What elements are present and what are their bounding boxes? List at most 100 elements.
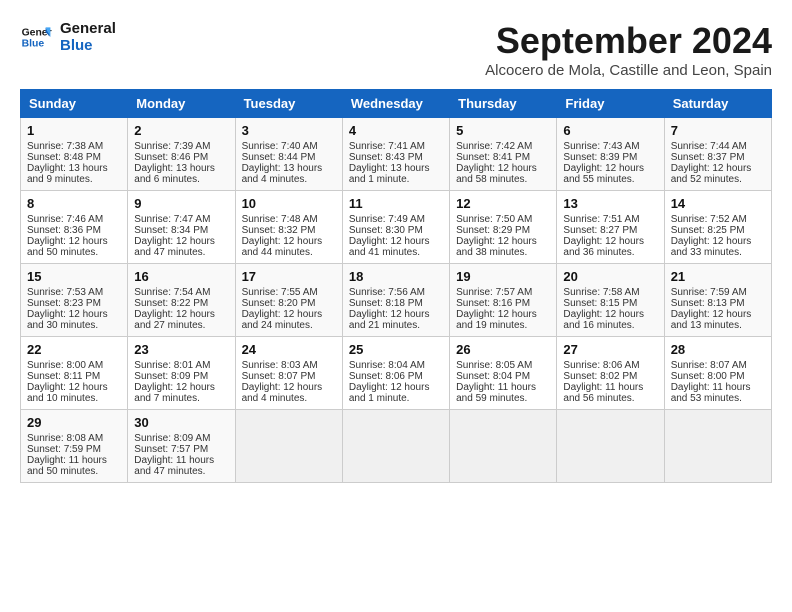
day-info-line: Daylight: 12 hours (242, 236, 336, 247)
calendar-cell: 11Sunrise: 7:49 AMSunset: 8:30 PMDayligh… (342, 191, 449, 264)
day-info-line: and 50 minutes. (27, 247, 121, 258)
day-info-line: and 30 minutes. (27, 320, 121, 331)
day-info-line: Sunset: 8:30 PM (349, 225, 443, 236)
day-info-line: Sunset: 8:46 PM (134, 152, 228, 163)
day-info-line: Sunset: 7:59 PM (27, 444, 121, 455)
calendar-cell: 19Sunrise: 7:57 AMSunset: 8:16 PMDayligh… (450, 264, 557, 337)
calendar-cell: 23Sunrise: 8:01 AMSunset: 8:09 PMDayligh… (128, 337, 235, 410)
day-info-line: and 38 minutes. (456, 247, 550, 258)
day-info-line: Sunset: 8:11 PM (27, 371, 121, 382)
day-number: 14 (671, 196, 765, 211)
day-info-line: Sunset: 8:25 PM (671, 225, 765, 236)
day-number: 25 (349, 342, 443, 357)
calendar-cell: 27Sunrise: 8:06 AMSunset: 8:02 PMDayligh… (557, 337, 664, 410)
day-info-line: and 16 minutes. (563, 320, 657, 331)
day-info-line: and 13 minutes. (671, 320, 765, 331)
day-info-line: Sunrise: 8:07 AM (671, 360, 765, 371)
day-info-line: Sunrise: 8:01 AM (134, 360, 228, 371)
day-info-line: Sunrise: 7:40 AM (242, 141, 336, 152)
day-number: 21 (671, 269, 765, 284)
day-info-line: Sunrise: 7:39 AM (134, 141, 228, 152)
calendar-cell: 28Sunrise: 8:07 AMSunset: 8:00 PMDayligh… (664, 337, 771, 410)
day-info-line: Sunrise: 7:46 AM (27, 214, 121, 225)
day-info-line: Sunrise: 7:59 AM (671, 287, 765, 298)
day-info-line: Sunrise: 7:48 AM (242, 214, 336, 225)
day-info-line: Daylight: 12 hours (27, 382, 121, 393)
calendar-table: SundayMondayTuesdayWednesdayThursdayFrid… (20, 89, 772, 483)
day-number: 6 (563, 123, 657, 138)
calendar-cell: 10Sunrise: 7:48 AMSunset: 8:32 PMDayligh… (235, 191, 342, 264)
day-info-line: Sunrise: 7:50 AM (456, 214, 550, 225)
day-info-line: and 52 minutes. (671, 174, 765, 185)
day-info-line: Sunrise: 7:51 AM (563, 214, 657, 225)
calendar-cell: 16Sunrise: 7:54 AMSunset: 8:22 PMDayligh… (128, 264, 235, 337)
calendar-cell: 9Sunrise: 7:47 AMSunset: 8:34 PMDaylight… (128, 191, 235, 264)
day-number: 16 (134, 269, 228, 284)
day-info-line: Sunset: 8:18 PM (349, 298, 443, 309)
day-info-line: Sunset: 8:27 PM (563, 225, 657, 236)
day-info-line: and 53 minutes. (671, 393, 765, 404)
day-info-line: and 24 minutes. (242, 320, 336, 331)
day-info-line: Daylight: 12 hours (349, 382, 443, 393)
day-info-line: Daylight: 12 hours (349, 236, 443, 247)
day-number: 30 (134, 415, 228, 430)
day-info-line: Daylight: 13 hours (242, 163, 336, 174)
day-info-line: Daylight: 11 hours (456, 382, 550, 393)
day-info-line: Daylight: 12 hours (456, 163, 550, 174)
day-info-line: and 56 minutes. (563, 393, 657, 404)
calendar-cell (450, 410, 557, 483)
logo-line2: Blue (60, 37, 116, 54)
day-info-line: and 1 minute. (349, 174, 443, 185)
svg-text:Blue: Blue (22, 39, 45, 50)
calendar-cell: 8Sunrise: 7:46 AMSunset: 8:36 PMDaylight… (21, 191, 128, 264)
day-info-line: and 7 minutes. (134, 393, 228, 404)
day-info-line: Daylight: 12 hours (242, 382, 336, 393)
logo-line1: General (60, 20, 116, 37)
day-info-line: Sunset: 8:37 PM (671, 152, 765, 163)
calendar-cell: 1Sunrise: 7:38 AMSunset: 8:48 PMDaylight… (21, 118, 128, 191)
day-info-line: Daylight: 12 hours (456, 309, 550, 320)
day-number: 10 (242, 196, 336, 211)
calendar-cell: 14Sunrise: 7:52 AMSunset: 8:25 PMDayligh… (664, 191, 771, 264)
week-row-2: 8Sunrise: 7:46 AMSunset: 8:36 PMDaylight… (21, 191, 772, 264)
day-number: 12 (456, 196, 550, 211)
day-info-line: Sunrise: 7:47 AM (134, 214, 228, 225)
day-info-line: Sunset: 8:43 PM (349, 152, 443, 163)
day-info-line: Sunset: 8:16 PM (456, 298, 550, 309)
day-number: 26 (456, 342, 550, 357)
day-number: 29 (27, 415, 121, 430)
col-header-wednesday: Wednesday (342, 90, 449, 118)
calendar-cell: 22Sunrise: 8:00 AMSunset: 8:11 PMDayligh… (21, 337, 128, 410)
day-number: 18 (349, 269, 443, 284)
calendar-cell: 24Sunrise: 8:03 AMSunset: 8:07 PMDayligh… (235, 337, 342, 410)
calendar-cell: 3Sunrise: 7:40 AMSunset: 8:44 PMDaylight… (235, 118, 342, 191)
calendar-cell: 21Sunrise: 7:59 AMSunset: 8:13 PMDayligh… (664, 264, 771, 337)
day-info-line: and 33 minutes. (671, 247, 765, 258)
day-info-line: and 58 minutes. (456, 174, 550, 185)
week-row-3: 15Sunrise: 7:53 AMSunset: 8:23 PMDayligh… (21, 264, 772, 337)
day-info-line: Sunrise: 8:08 AM (27, 433, 121, 444)
week-row-4: 22Sunrise: 8:00 AMSunset: 8:11 PMDayligh… (21, 337, 772, 410)
day-number: 17 (242, 269, 336, 284)
col-header-sunday: Sunday (21, 90, 128, 118)
col-header-tuesday: Tuesday (235, 90, 342, 118)
day-info-line: and 47 minutes. (134, 466, 228, 477)
day-info-line: Daylight: 12 hours (134, 236, 228, 247)
day-number: 8 (27, 196, 121, 211)
day-info-line: Daylight: 12 hours (456, 236, 550, 247)
day-number: 2 (134, 123, 228, 138)
calendar-cell: 2Sunrise: 7:39 AMSunset: 8:46 PMDaylight… (128, 118, 235, 191)
day-info-line: Sunrise: 7:38 AM (27, 141, 121, 152)
day-info-line: Daylight: 12 hours (27, 236, 121, 247)
day-number: 22 (27, 342, 121, 357)
day-info-line: Sunrise: 7:42 AM (456, 141, 550, 152)
day-info-line: and 47 minutes. (134, 247, 228, 258)
day-info-line: Daylight: 11 hours (134, 455, 228, 466)
calendar-cell: 17Sunrise: 7:55 AMSunset: 8:20 PMDayligh… (235, 264, 342, 337)
calendar-cell: 25Sunrise: 8:04 AMSunset: 8:06 PMDayligh… (342, 337, 449, 410)
logo: General Blue General Blue (20, 20, 116, 54)
calendar-cell (664, 410, 771, 483)
day-info-line: Sunrise: 7:52 AM (671, 214, 765, 225)
calendar-cell: 15Sunrise: 7:53 AMSunset: 8:23 PMDayligh… (21, 264, 128, 337)
day-info-line: and 36 minutes. (563, 247, 657, 258)
